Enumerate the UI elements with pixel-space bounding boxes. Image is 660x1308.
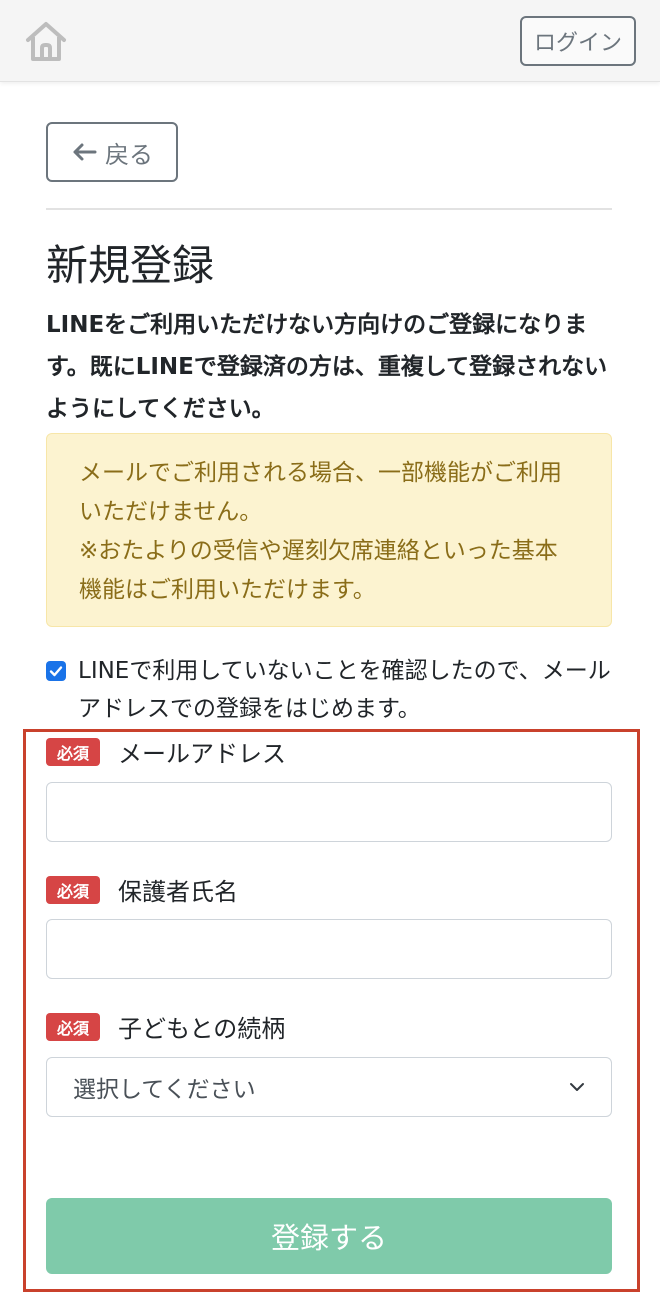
confirm-label: LINEで利用していないことを確認したので、メールアドレスでの登録をはじめます。 (78, 658, 611, 722)
confirm-checkbox[interactable] (46, 661, 66, 681)
email-field[interactable] (46, 782, 612, 842)
guardian-name-field[interactable] (46, 919, 612, 979)
relationship-label: 必須 子どもとの続柄 (46, 1009, 285, 1044)
register-button-label: 登録する (270, 1221, 387, 1255)
email-label: 必須 メールアドレス (46, 734, 286, 769)
page-title: 新規登録 (46, 241, 215, 290)
back-button-label: 戻る (105, 140, 153, 169)
lead-text: LINEをご利用いただけない方向けのご登録になります。既にLINEで登録済の方は… (46, 312, 608, 422)
required-badge: 必須 (46, 875, 100, 904)
warning-text-line1: メールでご利用される場合、一部機能がご利用いただけません。 (79, 460, 562, 525)
confirm-checkbox-row[interactable]: LINEで利用していないことを確認したので、メールアドレスでの登録をはじめます。 (46, 652, 626, 728)
back-button[interactable]: 戻る (46, 122, 178, 182)
relationship-select-value: 選択してください (73, 1077, 256, 1103)
email-label-text: メールアドレス (118, 740, 286, 768)
checkmark-icon (49, 666, 63, 677)
relationship-label-text: 子どもとの続柄 (118, 1015, 286, 1043)
relationship-select[interactable]: 選択してください (46, 1057, 612, 1117)
warning-alert: メールでご利用される場合、一部機能がご利用いただけません。 ※おたよりの受信や遅… (46, 433, 612, 627)
divider (46, 208, 612, 210)
warning-text-line2: ※おたよりの受信や遅刻欠席連絡といった基本機能はご利用いただけます。 (79, 538, 558, 603)
login-button[interactable]: ログイン (520, 16, 636, 66)
register-button[interactable]: 登録する (46, 1198, 612, 1274)
required-badge: 必須 (46, 1012, 100, 1041)
app-header: ログイン (0, 0, 660, 82)
chevron-down-icon (570, 1083, 584, 1091)
guardian-name-label: 必須 保護者氏名 (46, 872, 238, 907)
required-badge: 必須 (46, 737, 100, 766)
login-button-label: ログイン (533, 31, 622, 56)
home-icon[interactable] (22, 17, 70, 65)
arrow-left-icon (73, 143, 97, 161)
guardian-name-label-text: 保護者氏名 (118, 878, 238, 906)
